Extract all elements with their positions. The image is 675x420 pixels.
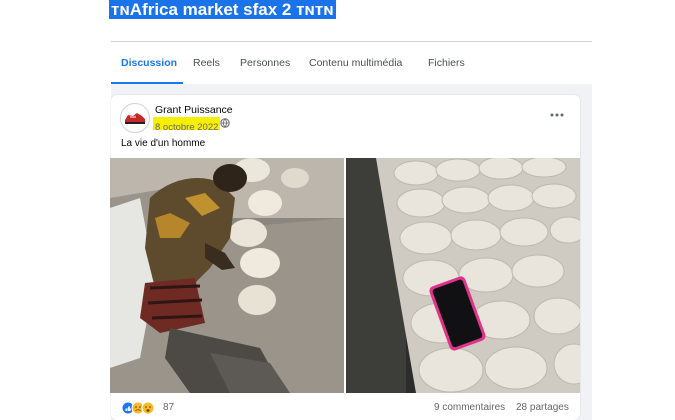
photo-man-sleeping: [110, 158, 344, 393]
reaction-count[interactable]: 87: [163, 402, 174, 413]
more-options-button[interactable]: [548, 108, 566, 122]
sneaker-logo-icon: [125, 113, 145, 124]
tab-reels[interactable]: Reels: [193, 42, 220, 84]
globe-icon: [220, 118, 230, 128]
tab-fichiers[interactable]: Fichiers: [428, 42, 465, 84]
post-date[interactable]: 8 octobre 2022: [155, 122, 218, 133]
post-text: La vie d'un homme: [121, 138, 206, 149]
photo-dough-phone: [346, 158, 580, 393]
comments-count[interactable]: 9 commentaires: [434, 402, 505, 413]
tab-discussion[interactable]: Discussion: [121, 42, 177, 84]
avatar[interactable]: [120, 103, 150, 133]
tab-contenu-multimedia[interactable]: Contenu multimédia: [309, 42, 402, 84]
tab-personnes[interactable]: Personnes: [240, 42, 290, 84]
shares-count[interactable]: 28 partages: [516, 402, 569, 413]
post-author[interactable]: Grant Puissance: [155, 104, 233, 116]
post-photo-right[interactable]: [346, 158, 580, 393]
post-photo-left[interactable]: [110, 158, 344, 393]
group-title: ᴛɴAfrica market sfax 2 ᴛɴᴛɴ: [109, 0, 336, 19]
reaction-icons[interactable]: [121, 401, 161, 415]
group-tabs: Discussion Reels Personnes Contenu multi…: [111, 42, 592, 84]
post-date-highlight: 8 octobre 2022: [153, 117, 221, 133]
